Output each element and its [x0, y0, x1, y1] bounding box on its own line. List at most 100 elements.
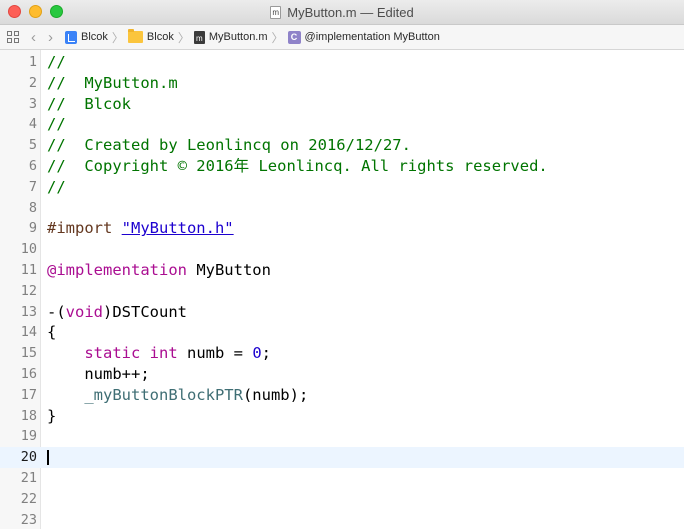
breadcrumb-project[interactable]: Blcok	[65, 30, 108, 44]
code-line[interactable]: 23	[0, 510, 684, 529]
code-text: // MyButton.m	[47, 73, 178, 94]
line-number: 15	[20, 345, 37, 362]
folder-icon	[127, 29, 143, 43]
code-token-string[interactable]: "MyButton.h"	[122, 219, 234, 237]
line-number: 3	[28, 95, 37, 112]
code-line[interactable]: 3 // Blcok	[0, 94, 684, 115]
code-text: static int numb = 0;	[47, 343, 271, 364]
window-title: m MyButton.m — Edited	[0, 0, 684, 24]
line-number: 21	[20, 469, 37, 486]
code-token-number: 0	[252, 344, 262, 363]
line-number: 7	[28, 178, 37, 195]
line-number: 17	[20, 386, 37, 403]
line-number: 23	[20, 511, 37, 528]
code-token-plain: }	[47, 406, 57, 425]
line-number: 11	[20, 261, 37, 278]
text-cursor	[47, 450, 49, 466]
class-c-icon: C	[287, 30, 301, 44]
forward-arrow-icon[interactable]: ›	[48, 30, 53, 45]
code-text: //	[47, 177, 66, 198]
code-line[interactable]: 18}	[0, 406, 684, 427]
code-line[interactable]: 22	[0, 489, 684, 510]
code-line[interactable]: 5 // Created by Leonlincq on 2016/12/27.	[0, 135, 684, 156]
breadcrumb-symbol[interactable]: C @implementation MyButton	[287, 30, 440, 44]
document-icon: m	[270, 5, 282, 19]
code-text: // Created by Leonlincq on 2016/12/27.	[47, 135, 411, 156]
code-line[interactable]: 11 @implementation MyButton	[0, 260, 684, 281]
xcode-window: m MyButton.m — Edited ‹ › Blcok 〉 Blcok …	[0, 0, 684, 529]
code-token-preproc: #import	[47, 219, 122, 238]
code-line[interactable]: 20	[0, 447, 684, 468]
breadcrumb-label: @implementation MyButton	[304, 31, 440, 43]
line-number: 18	[20, 407, 37, 424]
line-number: 12	[20, 282, 37, 299]
code-line[interactable]: 6 // Copyright © 2016年 Leonlincq. All rig…	[0, 156, 684, 177]
code-line[interactable]: 14 {	[0, 322, 684, 343]
line-number: 19	[20, 428, 37, 445]
line-number: 14	[20, 324, 37, 341]
line-number: 10	[20, 241, 37, 258]
code-token-plain: -(	[47, 302, 66, 321]
breadcrumb-separator-icon: 〉	[177, 30, 190, 45]
line-number: 4	[28, 116, 37, 133]
code-line[interactable]: 4 //	[0, 114, 684, 135]
code-line[interactable]: 15 static int numb = 0;	[0, 343, 684, 364]
code-token-plain: numb++;	[47, 364, 150, 383]
code-text: -(void)DSTCount	[47, 302, 187, 323]
code-text: _myButtonBlockPTR(numb);	[47, 385, 308, 406]
line-number: 6	[28, 157, 37, 174]
code-lines: 1 // 2 // MyButton.m 3 // Blcok 4 // 5 // Created…	[0, 52, 684, 529]
code-text: #import "MyButton.h"	[47, 218, 234, 239]
code-line[interactable]: 21	[0, 468, 684, 489]
code-token-keyword: void	[65, 302, 103, 321]
code-line[interactable]: 2 // MyButton.m	[0, 73, 684, 94]
code-token-plain: MyButton	[186, 260, 271, 279]
objc-m-file-icon: m	[193, 30, 205, 44]
code-line[interactable]: 10	[0, 239, 684, 260]
code-token-comment: //	[47, 177, 66, 196]
code-text: // Copyright © 2016年 Leonlincq. All righ…	[47, 156, 548, 177]
code-line[interactable]: 16 numb++;	[0, 364, 684, 385]
code-line[interactable]: 17 _myButtonBlockPTR(numb);	[0, 385, 684, 406]
code-line[interactable]: 9 #import "MyButton.h"	[0, 218, 684, 239]
source-editor[interactable]: 1 // 2 // MyButton.m 3 // Blcok 4 // 5 // Created…	[0, 50, 684, 529]
code-line[interactable]: 7 //	[0, 177, 684, 198]
line-number: 2	[28, 74, 37, 91]
line-number: 9	[28, 220, 37, 237]
breadcrumb-label: Blcok	[81, 31, 108, 43]
line-number: 22	[20, 490, 37, 507]
code-token-comment: // MyButton.m	[47, 73, 178, 92]
code-token-comment: //	[47, 53, 66, 71]
code-text: //	[47, 114, 66, 135]
breadcrumb-group[interactable]: Blcok	[127, 29, 174, 43]
code-token-plain: )DSTCount	[103, 302, 187, 321]
code-line[interactable]: 1 //	[0, 52, 684, 73]
code-line[interactable]: 19	[0, 426, 684, 447]
breadcrumb-label: MyButton.m	[208, 31, 268, 43]
code-line[interactable]: 12	[0, 281, 684, 302]
code-text: //	[47, 52, 66, 73]
back-arrow-icon[interactable]: ‹	[31, 30, 36, 45]
code-text: // Blcok	[47, 94, 131, 115]
code-text: {	[47, 322, 56, 343]
code-token-plain: numb =	[177, 344, 253, 363]
line-number: 8	[28, 199, 37, 216]
line-number: 13	[20, 303, 37, 320]
code-token-keyword: @implementation	[47, 260, 187, 279]
xcode-project-icon	[65, 30, 77, 44]
line-number: 16	[20, 365, 37, 382]
related-items-icon[interactable]	[7, 31, 19, 43]
breadcrumb-label: Blcok	[146, 31, 174, 43]
code-line[interactable]: 13 -(void)DSTCount	[0, 302, 684, 323]
code-token-comment: // Blcok	[47, 94, 131, 113]
code-token-comment: // Created by Leonlincq on 2016/12/27.	[47, 136, 411, 155]
title-bar[interactable]: m MyButton.m — Edited	[0, 0, 684, 25]
breadcrumb-separator-icon: 〉	[271, 30, 284, 45]
breadcrumb-file[interactable]: m MyButton.m	[193, 30, 268, 44]
code-text: numb++;	[47, 364, 150, 385]
code-line[interactable]: 8	[0, 198, 684, 219]
code-token-comment: // Copyright © 2016年 Leonlincq. All righ…	[47, 156, 548, 175]
